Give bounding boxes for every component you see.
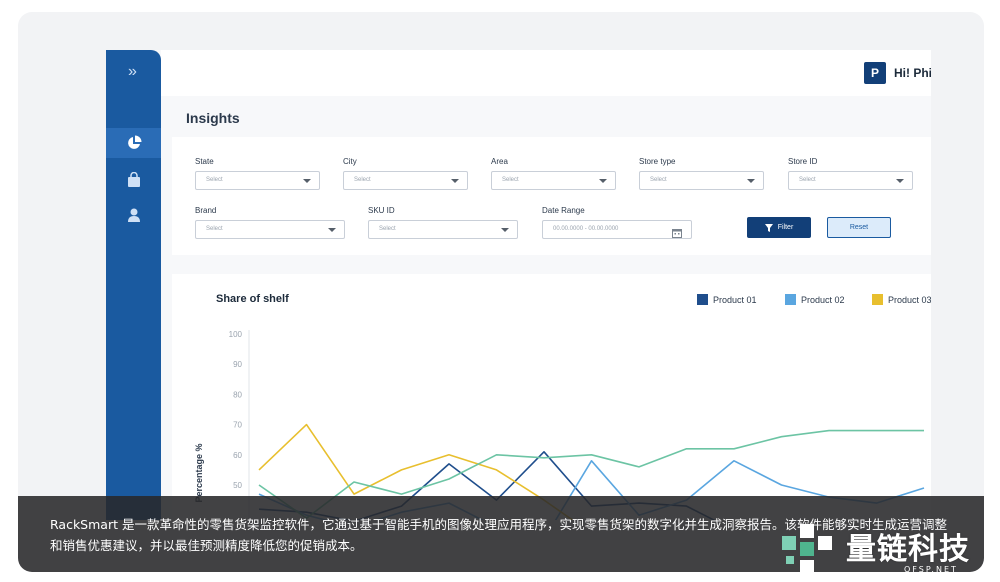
chevron-down-icon [599,179,607,183]
y-tick-label: 50 [233,481,242,490]
screenshot-frame: » P Hi! Philip Insights State S [18,12,984,572]
area-select[interactable]: Select [491,171,616,190]
city-select[interactable]: Select [343,171,468,190]
avatar[interactable]: P [864,62,886,84]
brand-placeholder: Select [206,226,223,232]
expand-sidebar-icon[interactable]: » [128,64,137,80]
chevron-down-icon [501,228,509,232]
store-type-placeholder: Select [650,177,667,183]
user-icon[interactable] [124,205,144,225]
filter-button-label: Filter [777,224,794,231]
state-select[interactable]: Select [195,171,320,190]
page-title: Insights [186,110,240,126]
filter-panel: State Select City Select Area Select Sto… [172,137,931,255]
line-chart: 100 90 80 70 60 50 Percentage % [194,330,925,520]
y-axis-label: Percentage % [194,443,204,502]
state-placeholder: Select [206,177,223,183]
chevron-down-icon [747,179,755,183]
store-type-label: Store type [639,157,676,166]
sku-id-select[interactable]: Select [368,220,518,239]
watermark-brand: 量链科技 [846,532,970,567]
shopping-bag-icon[interactable] [124,170,144,190]
y-tick-label: 70 [233,421,242,430]
city-label: City [343,157,357,166]
brand-select[interactable]: Select [195,220,345,239]
sku-id-placeholder: Select [379,226,396,232]
funnel-icon [764,223,773,232]
share-of-shelf-card: Share of shelf Product 01 Product 02 Produ… [172,274,931,520]
watermark-logo-icon [782,524,832,574]
chevron-down-icon [328,228,336,232]
top-bar: P Hi! Philip [161,50,931,96]
pie-chart-icon[interactable] [124,133,144,153]
area-placeholder: Select [502,177,519,183]
watermark: 量链科技 QFSP.NET [780,518,1000,582]
city-placeholder: Select [354,177,371,183]
chevron-down-icon [896,179,904,183]
state-label: State [195,157,214,166]
y-tick-label: 60 [233,451,242,460]
y-tick-label: 90 [233,360,242,369]
y-tick-label: 80 [233,390,242,399]
user-greeting: Hi! Philip [894,66,931,80]
calendar-icon[interactable] [672,225,682,243]
y-tick-label: 100 [229,330,243,339]
watermark-url: QFSP.NET [904,565,958,574]
chevron-down-icon [451,179,459,183]
store-id-select[interactable]: Select [788,171,913,190]
filter-button[interactable]: Filter [747,217,811,238]
date-range-input[interactable]: 00.00.0000 - 00.00.0000 [542,220,692,239]
store-id-placeholder: Select [799,177,816,183]
chevron-down-icon [303,179,311,183]
brand-label: Brand [195,206,217,215]
sidebar: » [106,50,161,520]
area-label: Area [491,157,508,166]
store-id-label: Store ID [788,157,818,166]
reset-button-label: Reset [849,224,869,231]
app-window: » P Hi! Philip Insights State S [106,50,931,520]
sku-id-label: SKU ID [368,206,395,215]
store-type-select[interactable]: Select [639,171,764,190]
date-range-placeholder: 00.00.0000 - 00.00.0000 [553,226,619,232]
reset-button[interactable]: Reset [827,217,891,238]
date-range-label: Date Range [542,206,585,215]
